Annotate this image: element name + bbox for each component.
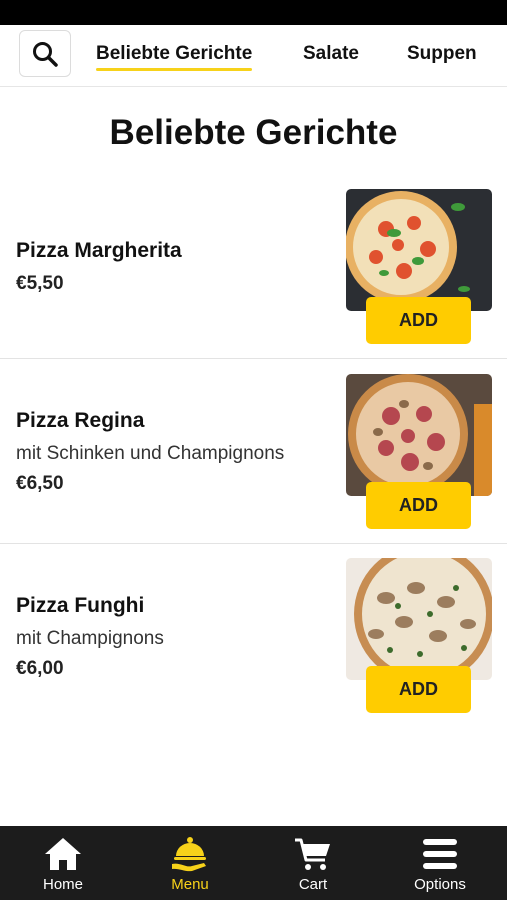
- options-icon: [423, 839, 457, 869]
- menu-item: Pizza Regina mit Schinken und Champignon…: [0, 359, 507, 544]
- category-nav: Beliebte Gerichte Salate Suppen: [0, 25, 507, 87]
- bottom-nav: Home Menu Cart Options: [0, 826, 507, 900]
- item-description: mit Champignons: [16, 628, 164, 649]
- item-description: mit Schinken und Champignons: [16, 443, 285, 464]
- home-icon: [45, 838, 81, 870]
- nav-label: Home: [42, 876, 83, 893]
- item-name: Pizza Regina: [16, 409, 145, 432]
- page-title: Beliebte Gerichte: [109, 113, 398, 152]
- tab-beliebte-gerichte[interactable]: Beliebte Gerichte: [96, 43, 253, 71]
- nav-home[interactable]: Home: [0, 826, 126, 900]
- search-button[interactable]: [19, 30, 71, 77]
- menu-cloche-icon: [172, 837, 206, 872]
- nav-label: Options: [414, 876, 466, 893]
- menu-item: Pizza Margherita €5,50 ADD: [0, 178, 507, 359]
- item-price: €6,00: [16, 658, 64, 679]
- tab-salate[interactable]: Salate: [303, 43, 359, 65]
- pizza-regina-image: [346, 374, 492, 496]
- menu-item: Pizza Funghi mit Champignons €6,00 ADD: [0, 544, 507, 744]
- add-button[interactable]: ADD: [366, 666, 471, 713]
- nav-label: Cart: [298, 876, 328, 893]
- tab-suppen[interactable]: Suppen: [407, 43, 477, 65]
- item-price: €6,50: [16, 473, 64, 494]
- nav-options[interactable]: Options: [377, 826, 503, 900]
- status-bar: [0, 0, 507, 25]
- item-name: Pizza Margherita: [16, 239, 182, 262]
- add-button[interactable]: ADD: [366, 297, 471, 344]
- nav-cart[interactable]: Cart: [250, 826, 376, 900]
- pizza-margherita-image: [346, 189, 492, 311]
- add-button[interactable]: ADD: [366, 482, 471, 529]
- cart-icon: [295, 838, 330, 870]
- pizza-funghi-image: [346, 558, 492, 680]
- nav-menu[interactable]: Menu: [127, 826, 253, 900]
- item-name: Pizza Funghi: [16, 594, 145, 617]
- search-icon: [33, 41, 58, 67]
- item-price: €5,50: [16, 273, 64, 294]
- nav-label: Menu: [171, 876, 209, 893]
